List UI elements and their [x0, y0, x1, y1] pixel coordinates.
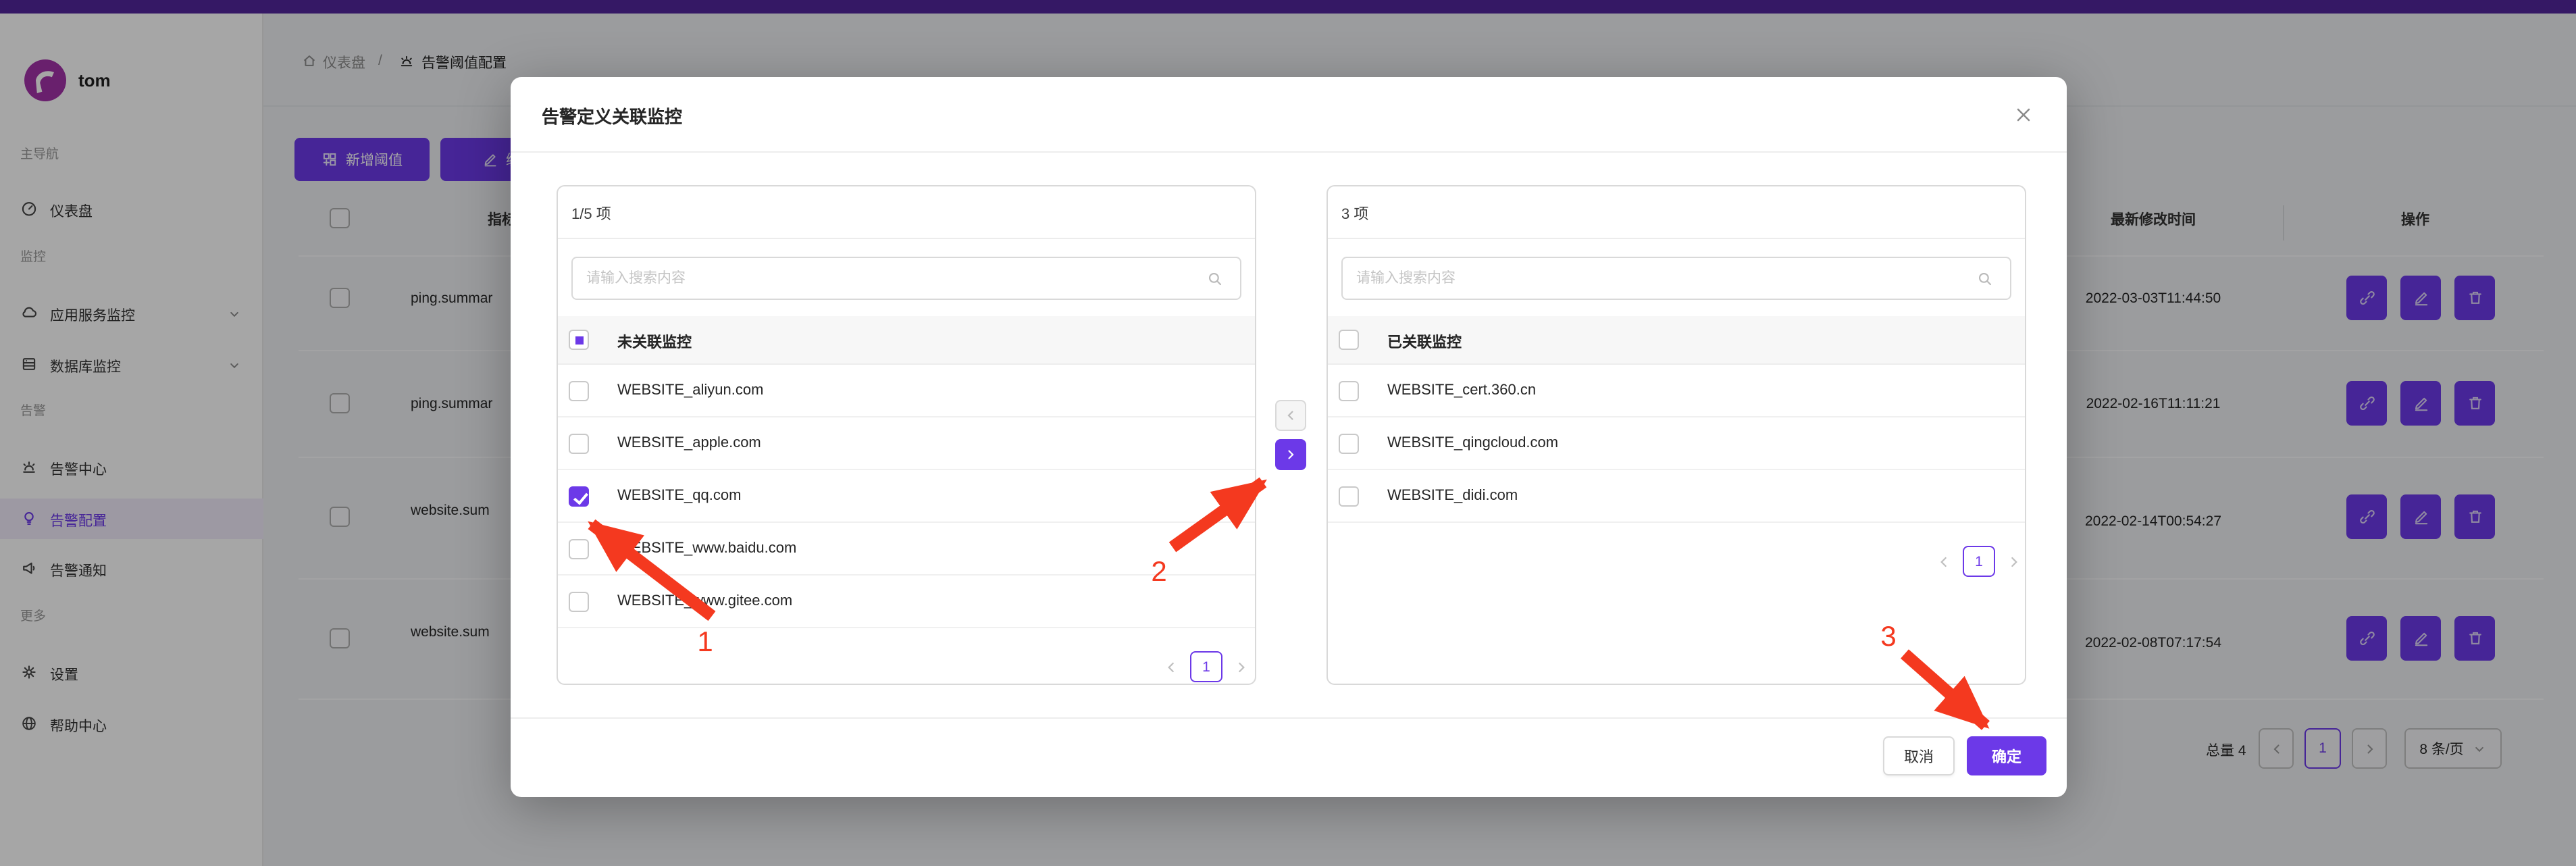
- app-window: tom 主导航 仪表盘 监控 应用服务监控 数据库监控: [0, 0, 2576, 866]
- item-checkbox[interactable]: [1339, 486, 1359, 507]
- list-item[interactable]: WEBSITE_didi.com: [1328, 470, 2025, 523]
- target-group-label: 已关联监控: [1387, 331, 1462, 353]
- source-group-label: 未关联监控: [617, 331, 692, 353]
- target-select-all-checkbox[interactable]: [1339, 330, 1359, 350]
- item-checkbox[interactable]: [569, 434, 589, 454]
- list-item[interactable]: WEBSITE_apple.com: [558, 417, 1255, 470]
- target-search-input[interactable]: [1341, 257, 2011, 300]
- prev-page-button[interactable]: [1163, 659, 1179, 676]
- dialog-title: 告警定义关联监控: [542, 103, 682, 128]
- item-checkbox[interactable]: [1339, 381, 1359, 401]
- page-number-button[interactable]: 1: [1190, 651, 1222, 682]
- transfer-source-panel: 1/5 项 未关联监控 WEBSITE_aliyun.com WEBSITE_a…: [557, 185, 1256, 685]
- item-checkbox[interactable]: [569, 381, 589, 401]
- dialog-header-divider: [511, 151, 2067, 153]
- cancel-button[interactable]: 取消: [1883, 736, 1955, 775]
- prev-page-button[interactable]: [1936, 554, 1952, 570]
- target-count: 3 项: [1341, 203, 1368, 224]
- list-item[interactable]: WEBSITE_qingcloud.com: [1328, 417, 2025, 470]
- transfer-to-right-button[interactable]: [1275, 439, 1306, 470]
- close-icon: [2013, 104, 2034, 126]
- panel-divider: [1328, 238, 2025, 239]
- associate-monitor-dialog: 告警定义关联监控 1/5 项 未关联监控 WEBSITE_aliyun.com: [511, 77, 2067, 797]
- next-page-button[interactable]: [1233, 659, 1250, 676]
- chevron-right-icon: [1283, 447, 1298, 462]
- list-item[interactable]: WEBSITE_www.baidu.com: [558, 523, 1255, 576]
- close-dialog-button[interactable]: [2013, 104, 2034, 126]
- dialog-footer-divider: [511, 717, 2067, 719]
- transfer-to-left-button[interactable]: [1275, 400, 1306, 431]
- search-icon: [1976, 270, 1994, 288]
- item-checkbox[interactable]: [569, 592, 589, 612]
- list-item[interactable]: WEBSITE_www.gitee.com: [558, 576, 1255, 628]
- target-group-header: 已关联监控: [1328, 316, 2025, 365]
- search-icon: [1206, 270, 1224, 288]
- list-item[interactable]: WEBSITE_qq.com: [558, 470, 1255, 523]
- confirm-button[interactable]: 确定: [1967, 736, 2046, 775]
- item-checkbox[interactable]: [569, 539, 589, 559]
- page-number-button[interactable]: 1: [1963, 546, 1995, 577]
- list-item[interactable]: WEBSITE_aliyun.com: [558, 365, 1255, 417]
- source-select-all-checkbox[interactable]: [569, 330, 589, 350]
- source-group-header: 未关联监控: [558, 316, 1255, 365]
- panel-divider: [558, 238, 1255, 239]
- transfer-target-panel: 3 项 已关联监控 WEBSITE_cert.360.cn WEBSITE_qi…: [1326, 185, 2026, 685]
- list-item[interactable]: WEBSITE_cert.360.cn: [1328, 365, 2025, 417]
- chevron-left-icon: [1283, 408, 1298, 423]
- next-page-button[interactable]: [2006, 554, 2022, 570]
- item-checkbox[interactable]: [1339, 434, 1359, 454]
- item-checkbox-checked[interactable]: [569, 486, 589, 507]
- source-search-input[interactable]: [571, 257, 1241, 300]
- source-count: 1/5 项: [571, 203, 611, 224]
